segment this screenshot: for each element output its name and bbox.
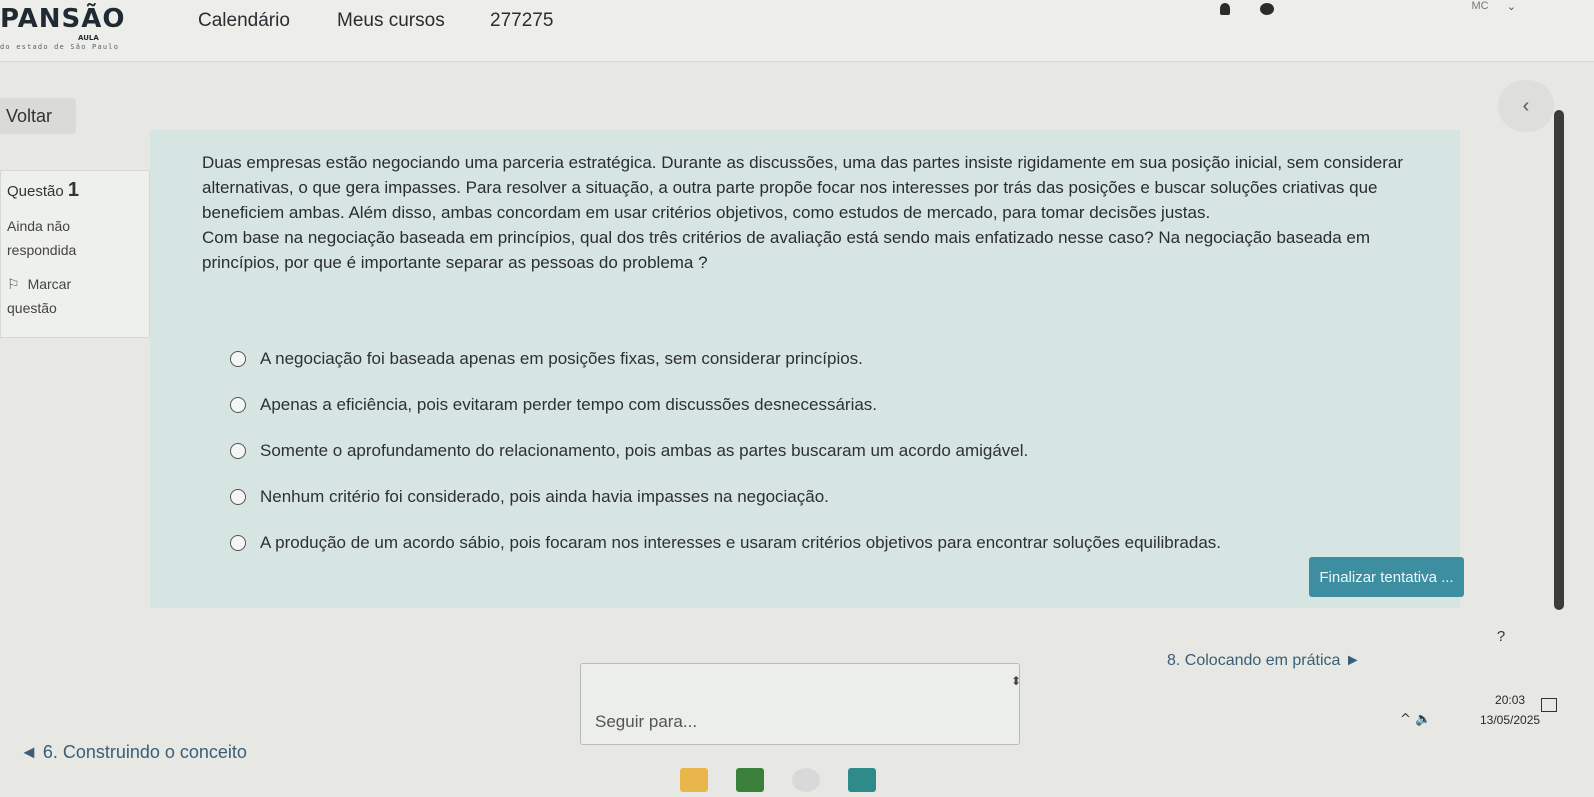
answer-label: Nenhum critério foi considerado, pois ai… xyxy=(260,487,829,506)
user-avatar[interactable]: MC xyxy=(1466,0,1494,14)
question-info-panel: Questão 1 Ainda não respondida ⚐ Marcar q… xyxy=(0,170,150,338)
file-explorer-icon[interactable] xyxy=(680,768,708,792)
chevron-up-icon[interactable]: ^ xyxy=(1400,712,1411,727)
flag-label-1: Marcar xyxy=(27,276,72,292)
chevron-down-icon[interactable]: ⌄ xyxy=(1507,0,1516,13)
question-number-value: 1 xyxy=(67,179,80,201)
question-number: Questão 1 xyxy=(7,179,143,202)
tray-clock[interactable]: 20:03 13/05/2025 xyxy=(1480,690,1540,730)
flag-icon: ⚐ xyxy=(7,276,20,292)
answer-options: A negociação foi baseada apenas em posiç… xyxy=(230,336,1430,566)
nav-course-277275[interactable]: 277275 xyxy=(490,10,553,32)
question-text-line: Com base na negociação baseada em princí… xyxy=(202,228,1371,247)
bell-icon[interactable] xyxy=(1220,3,1230,15)
drawer-toggle-button[interactable]: ‹ xyxy=(1498,80,1554,132)
status-line-2: respondida xyxy=(7,242,77,258)
chevron-left-icon: ‹ xyxy=(1522,94,1530,117)
taskbar-apps xyxy=(680,768,876,792)
question-content: Duas empresas estão negociando uma parce… xyxy=(150,130,1460,608)
logo-subtitle: do estado de São Paulo xyxy=(0,43,120,51)
nav-calendario[interactable]: Calendário xyxy=(198,10,290,32)
answer-option-a[interactable]: A negociação foi baseada apenas em posiç… xyxy=(230,336,1430,382)
scrollbar[interactable] xyxy=(1554,110,1564,610)
flag-question-toggle[interactable]: ⚐ Marcar questão xyxy=(7,272,143,320)
tray-icons[interactable]: ^ 🔈 xyxy=(1400,712,1431,727)
answer-option-e[interactable]: A produção de um acordo sábio, pois foca… xyxy=(230,520,1430,566)
previous-activity-link[interactable]: ◄ 6. Construindo o conceito xyxy=(20,742,247,763)
answer-label: A produção de um acordo sábio, pois foca… xyxy=(260,533,1222,552)
flag-label-2: questão xyxy=(7,300,57,316)
top-navbar: PANSÃO AULA do estado de São Paulo Calen… xyxy=(0,0,1594,62)
question-text: Duas empresas estão negociando uma parce… xyxy=(202,150,1452,275)
site-logo[interactable]: PANSÃO AULA do estado de São Paulo xyxy=(0,2,160,58)
question-text-line: princípios, por que é importante separar… xyxy=(202,253,708,272)
logo-aula: AULA xyxy=(78,34,99,42)
answer-label: A negociação foi baseada apenas em posiç… xyxy=(260,349,863,368)
app-icon[interactable] xyxy=(736,768,764,792)
next-activity-link[interactable]: 8. Colocando em prática ► xyxy=(1167,652,1361,670)
question-status: Ainda não respondida xyxy=(7,214,143,262)
radio-button[interactable] xyxy=(230,535,246,551)
question-label: Questão xyxy=(7,183,64,200)
jump-to-select[interactable]: ⬍ Seguir para... xyxy=(580,663,1022,745)
answer-option-d[interactable]: Nenhum critério foi considerado, pois ai… xyxy=(230,474,1430,520)
answer-label: Apenas a eficiência, pois evitaram perde… xyxy=(260,395,878,414)
help-button[interactable]: ? xyxy=(1483,618,1519,654)
status-line-1: Ainda não xyxy=(7,218,71,234)
browser-icon[interactable] xyxy=(792,768,820,792)
radio-button[interactable] xyxy=(230,489,246,505)
back-button[interactable]: Voltar xyxy=(0,98,76,134)
radio-button[interactable] xyxy=(230,397,246,413)
speaker-icon[interactable]: 🔈 xyxy=(1415,712,1431,727)
jump-placeholder: Seguir para... xyxy=(595,712,698,731)
answer-option-c[interactable]: Somente o aprofundamento do relacionamen… xyxy=(230,428,1430,474)
app-icon[interactable] xyxy=(848,768,876,792)
question-text-line: Duas empresas estão negociando uma parce… xyxy=(202,153,1403,172)
answer-option-b[interactable]: Apenas a eficiência, pois evitaram perde… xyxy=(230,382,1430,428)
clock-date: 13/05/2025 xyxy=(1480,713,1541,727)
question-text-line: alternativas, o que gera impasses. Para … xyxy=(202,178,1378,197)
select-caret-icon: ⬍ xyxy=(1011,674,1022,688)
question-text-line: beneficiem ambas. Além disso, ambas conc… xyxy=(202,203,1211,222)
nav-meus-cursos[interactable]: Meus cursos xyxy=(337,10,445,32)
finish-attempt-button[interactable]: Finalizar tentativa ... xyxy=(1309,557,1464,597)
top-icons xyxy=(1220,0,1274,18)
answer-label: Somente o aprofundamento do relacionamen… xyxy=(260,441,1029,460)
radio-button[interactable] xyxy=(230,351,246,367)
radio-button[interactable] xyxy=(230,443,246,459)
chat-icon[interactable] xyxy=(1260,3,1274,15)
notification-icon[interactable] xyxy=(1541,698,1557,712)
logo-text: PANSÃO xyxy=(0,4,126,34)
clock-time: 20:03 xyxy=(1495,693,1526,707)
